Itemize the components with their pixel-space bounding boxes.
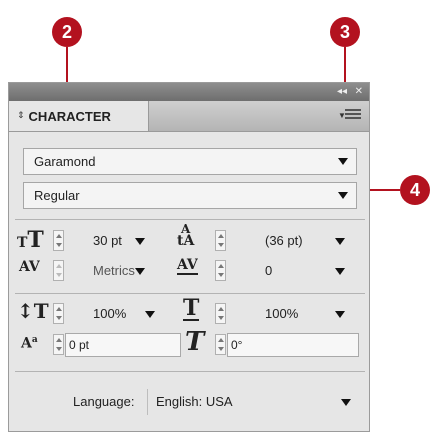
divider bbox=[15, 371, 365, 372]
divider bbox=[15, 293, 365, 294]
vertical-scale-dropdown-arrow[interactable] bbox=[145, 311, 155, 318]
tab-character[interactable]: ⇕ CHARACTER bbox=[9, 101, 149, 131]
font-size-stepper[interactable] bbox=[53, 230, 64, 251]
vertical-scale-icon: ↕T bbox=[17, 299, 49, 323]
baseline-shift-input[interactable]: 0 pt bbox=[65, 333, 181, 357]
tab-strip: ⇕ CHARACTER ▼ bbox=[9, 101, 369, 132]
close-icon[interactable]: ✕ bbox=[355, 85, 363, 99]
language-label: Language: bbox=[73, 394, 135, 409]
panel-menu-icon[interactable]: ▼ bbox=[338, 109, 361, 123]
language-dropdown[interactable]: English: USA bbox=[147, 389, 359, 415]
language-value: English: USA bbox=[156, 394, 233, 409]
vertical-scale-value[interactable]: 100% bbox=[93, 303, 126, 324]
font-size-dropdown-arrow[interactable] bbox=[135, 238, 145, 245]
chevron-down-icon bbox=[338, 192, 348, 199]
tab-character-label: CHARACTER bbox=[28, 108, 111, 124]
character-rotation-stepper[interactable] bbox=[215, 334, 226, 355]
divider bbox=[15, 219, 365, 220]
leading-icon: AtA bbox=[177, 222, 195, 249]
tracking-icon: AV bbox=[177, 257, 198, 275]
chevron-down-icon bbox=[338, 158, 348, 165]
chevron-down-icon bbox=[341, 399, 351, 406]
tracking-value[interactable]: 0 bbox=[265, 260, 272, 281]
leading-dropdown-arrow[interactable] bbox=[335, 238, 345, 245]
font-family-value: Garamond bbox=[34, 154, 96, 169]
font-size-icon: TT bbox=[17, 227, 44, 253]
callout-4: 4 bbox=[400, 175, 430, 205]
horizontal-scale-value[interactable]: 100% bbox=[265, 303, 298, 324]
tracking-stepper[interactable] bbox=[215, 260, 226, 281]
panel-titlebar[interactable]: ◂◂ ✕ bbox=[9, 83, 369, 101]
leading-value[interactable]: (36 pt) bbox=[265, 230, 303, 251]
vertical-scale-stepper[interactable] bbox=[53, 303, 64, 324]
collapse-icon[interactable]: ◂◂ bbox=[337, 85, 347, 99]
font-style-dropdown[interactable]: Regular bbox=[23, 182, 357, 209]
kerning-dropdown-arrow[interactable] bbox=[135, 268, 145, 275]
character-rotation-icon: T bbox=[185, 327, 205, 357]
expand-arrows-icon: ⇕ bbox=[17, 111, 25, 121]
kerning-value[interactable]: Metrics bbox=[93, 260, 135, 281]
horizontal-scale-stepper[interactable] bbox=[215, 303, 226, 324]
font-family-dropdown[interactable]: Garamond bbox=[23, 148, 357, 175]
horizontal-scale-icon: T bbox=[183, 295, 200, 321]
kerning-stepper[interactable] bbox=[53, 260, 64, 281]
font-style-value: Regular bbox=[34, 188, 80, 203]
kerning-icon: AV bbox=[19, 259, 40, 275]
character-rotation-input[interactable]: 0° bbox=[227, 333, 359, 357]
font-size-value[interactable]: 30 pt bbox=[93, 230, 122, 251]
leading-stepper[interactable] bbox=[215, 230, 226, 251]
character-panel: ◂◂ ✕ ⇕ CHARACTER ▼ Garamond Regular TT 3… bbox=[8, 82, 370, 432]
horizontal-scale-dropdown-arrow[interactable] bbox=[335, 311, 345, 318]
baseline-shift-stepper[interactable] bbox=[53, 334, 64, 355]
callout-3: 3 bbox=[330, 17, 360, 47]
callout-2: 2 bbox=[52, 17, 82, 47]
tracking-dropdown-arrow[interactable] bbox=[335, 268, 345, 275]
baseline-shift-icon: Aa bbox=[21, 335, 38, 352]
